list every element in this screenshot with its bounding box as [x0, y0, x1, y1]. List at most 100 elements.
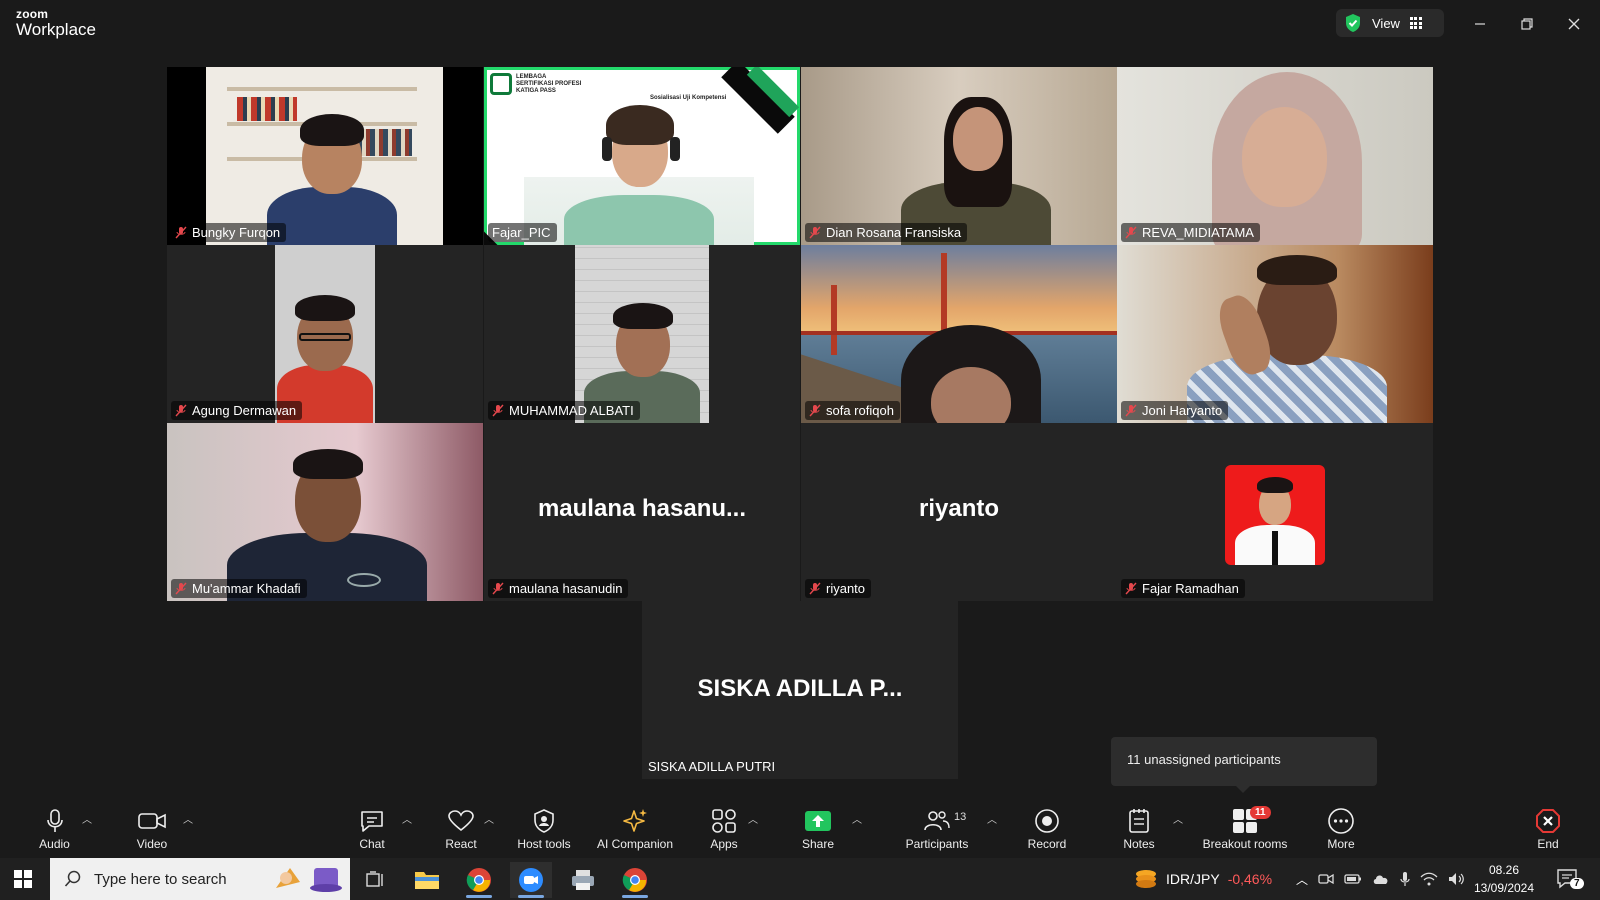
- battery-icon[interactable]: [1344, 873, 1362, 885]
- participants-icon: [924, 811, 950, 831]
- windows-start-icon[interactable]: [14, 870, 32, 888]
- sparkle-icon: [623, 809, 647, 832]
- video-tile[interactable]: Dian Rosana Fransiska: [801, 67, 1117, 245]
- share-label: Share: [801, 837, 835, 851]
- share-button[interactable]: Share: [800, 797, 836, 858]
- ai-companion-button[interactable]: AI Companion: [592, 797, 678, 858]
- react-button[interactable]: React: [440, 797, 482, 858]
- host-tools-button[interactable]: Host tools: [512, 797, 576, 858]
- participant-display-name: SISKA ADILLA P...: [697, 675, 903, 702]
- printer-icon[interactable]: [562, 862, 604, 898]
- participants-options-caret[interactable]: ︿: [987, 811, 997, 826]
- video-tile-camera-off[interactable]: maulana hasanu... maulana hasanudin: [484, 423, 800, 601]
- breakout-badge: 11: [1250, 806, 1271, 819]
- apps-options-caret[interactable]: ︿: [748, 811, 758, 826]
- participant-name: sofa rofiqoh: [826, 403, 894, 418]
- minimize-icon[interactable]: [1468, 12, 1492, 36]
- record-button[interactable]: Record: [1024, 797, 1070, 858]
- video-tile[interactable]: Agung Dermawan: [167, 245, 483, 423]
- onedrive-cloud-icon[interactable]: [1372, 873, 1390, 885]
- share-options-caret[interactable]: ︿: [852, 811, 862, 826]
- participants-button[interactable]: Participants: [900, 797, 974, 858]
- participant-nametag: Joni Haryanto: [1121, 401, 1229, 420]
- notes-button[interactable]: Notes: [1120, 797, 1158, 858]
- record-icon: [1035, 809, 1059, 833]
- video-tile[interactable]: REVA_MIDIATAMA: [1117, 67, 1433, 245]
- participant-nametag: REVA_MIDIATAMA: [1121, 223, 1260, 242]
- notification-center-icon[interactable]: 7: [1556, 858, 1584, 900]
- video-button[interactable]: Video: [128, 797, 176, 858]
- apps-icon: [712, 809, 736, 833]
- coins-icon: [1136, 870, 1156, 888]
- react-options-caret[interactable]: ︿: [484, 811, 494, 826]
- participant-name: Dian Rosana Fransiska: [826, 225, 962, 240]
- participant-name: riyanto: [826, 581, 866, 596]
- end-icon: [1536, 809, 1560, 833]
- currency-ticker[interactable]: IDR/JPY -0,46%: [1134, 858, 1272, 900]
- apps-label: Apps: [710, 837, 738, 851]
- end-meeting-button[interactable]: End: [1530, 797, 1566, 858]
- close-icon[interactable]: [1562, 12, 1586, 36]
- zoom-app-icon[interactable]: [510, 862, 552, 898]
- notes-label: Notes: [1123, 837, 1155, 851]
- video-options-caret[interactable]: ︿: [183, 811, 193, 826]
- file-explorer-icon[interactable]: [406, 862, 448, 898]
- video-tile-camera-off[interactable]: SISKA ADILLA P... SISKA ADILLA PUTRI: [642, 601, 958, 779]
- participant-display-name: riyanto: [918, 495, 999, 522]
- video-tile[interactable]: MUHAMMAD ALBATI: [484, 245, 800, 423]
- video-tile[interactable]: Bungky Furqon: [167, 67, 483, 245]
- view-button[interactable]: View: [1336, 9, 1444, 37]
- mic-muted-icon: [1125, 404, 1137, 417]
- participant-name: MUHAMMAD ALBATI: [509, 403, 634, 418]
- apps-button[interactable]: Apps: [706, 797, 742, 858]
- react-label: React: [445, 837, 477, 851]
- slide-org-line1: LEMBAGA: [516, 74, 547, 80]
- participant-nametag: sofa rofiqoh: [805, 401, 900, 420]
- participant-nametag: Agung Dermawan: [171, 401, 303, 420]
- chat-button[interactable]: Chat: [352, 797, 392, 858]
- title-bar: zoom Workplace View: [0, 0, 1600, 46]
- microphone-icon: [46, 809, 63, 832]
- chrome-icon[interactable]: [458, 862, 500, 898]
- participant-nametag: MUHAMMAD ALBATI: [488, 401, 640, 420]
- chat-options-caret[interactable]: ︿: [402, 811, 412, 826]
- clock-time: 08.26: [1488, 863, 1520, 877]
- notes-options-caret[interactable]: ︿: [1173, 811, 1183, 826]
- video-tile[interactable]: Mu'ammar Khadafi: [167, 423, 483, 601]
- audio-label: Audio: [39, 837, 70, 851]
- video-tile-camera-off[interactable]: Fajar Ramadhan: [1117, 423, 1433, 601]
- taskbar-search-input[interactable]: Type here to search: [50, 858, 350, 900]
- more-button[interactable]: More: [1322, 797, 1360, 858]
- task-view-icon[interactable]: [354, 862, 396, 898]
- brand-small: zoom: [16, 7, 49, 21]
- video-tile-active-speaker[interactable]: LEMBAGA SERTIFIKASI PROFESI KATIGA PASS …: [484, 67, 800, 245]
- end-label: End: [1537, 837, 1559, 851]
- chevron-up-icon[interactable]: ︿: [1296, 871, 1308, 888]
- avatar: [1225, 465, 1325, 565]
- taskbar-clock[interactable]: 08.26 13/09/2024: [1466, 861, 1542, 897]
- meet-now-icon[interactable]: [1318, 872, 1334, 886]
- participant-nametag: Dian Rosana Fransiska: [805, 223, 968, 242]
- wifi-icon[interactable]: [1420, 872, 1438, 886]
- ticker-pair: IDR/JPY: [1166, 871, 1220, 887]
- video-tile-camera-off[interactable]: riyanto riyanto: [801, 423, 1117, 601]
- search-highlight-icon: [270, 864, 346, 898]
- restore-icon[interactable]: [1515, 12, 1539, 36]
- audio-button[interactable]: Audio: [32, 797, 77, 858]
- video-tile[interactable]: sofa rofiqoh: [801, 245, 1117, 423]
- audio-options-caret[interactable]: ︿: [82, 811, 92, 826]
- notes-icon: [1129, 809, 1149, 833]
- mic-muted-icon: [175, 404, 187, 417]
- microphone-tray-icon[interactable]: [1400, 871, 1410, 887]
- chrome-profile-icon[interactable]: [614, 862, 656, 898]
- video-tile[interactable]: Joni Haryanto: [1117, 245, 1433, 423]
- participants-label: Participants: [905, 837, 969, 851]
- speaker-volume-icon[interactable]: [1448, 872, 1466, 886]
- participant-nametag: maulana hasanudin: [488, 579, 629, 598]
- breakout-rooms-button[interactable]: Breakout rooms: [1198, 797, 1292, 858]
- participant-name: Fajar_PIC: [492, 225, 551, 240]
- encryption-shield-icon[interactable]: [1344, 13, 1362, 33]
- participant-name: Fajar Ramadhan: [1142, 581, 1239, 596]
- shield-host-icon: [534, 809, 554, 833]
- video-camera-icon: [138, 813, 166, 829]
